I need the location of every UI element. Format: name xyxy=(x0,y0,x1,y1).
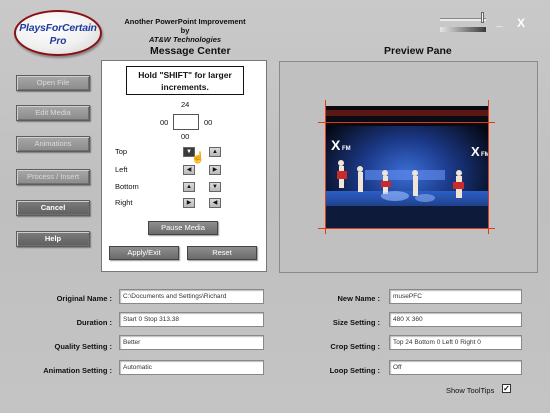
bottom-label: Bottom xyxy=(115,182,139,191)
size-setting-label: Size Setting : xyxy=(332,318,380,327)
logo-text-line1: PlaysForCertain xyxy=(19,22,97,34)
bottom-decrease-button[interactable]: ▲ xyxy=(183,182,195,192)
right-label: Right xyxy=(115,198,133,207)
process-insert-button[interactable]: Process / Insert xyxy=(16,169,90,185)
top-increase-button[interactable]: ▲ xyxy=(209,147,221,157)
original-name-field[interactable]: C:\Documents and Settings\Richard xyxy=(119,289,264,304)
concert-stage-image: X FM X FM xyxy=(325,106,488,228)
left-increase-button[interactable]: ▶ xyxy=(209,165,221,175)
animation-setting-label: Animation Setting : xyxy=(43,366,112,375)
top-label: Top xyxy=(115,147,128,156)
animation-setting-field[interactable]: Automatic xyxy=(119,360,264,375)
crop-preview-box xyxy=(173,114,199,130)
video-preview: X FM X FM xyxy=(325,106,488,228)
quality-setting-field[interactable]: Better xyxy=(119,335,264,350)
tagline-line2: AT&W Technologies xyxy=(148,35,222,44)
reset-button[interactable]: Reset xyxy=(187,246,257,260)
volume-level-bar xyxy=(440,27,486,32)
help-button[interactable]: Help xyxy=(16,231,90,247)
crop-line-bottom[interactable] xyxy=(318,228,495,229)
apply-exit-button[interactable]: Apply/Exit xyxy=(109,246,179,260)
playsforcertain-logo: PlaysForCertain Pro xyxy=(14,10,102,56)
volume-slider-thumb[interactable] xyxy=(481,12,484,23)
crop-line-top[interactable] xyxy=(318,122,495,123)
show-tooltips-checkbox[interactable]: ✓ xyxy=(502,384,511,393)
crop-line-right[interactable] xyxy=(488,100,489,234)
minimize-button[interactable]: _ xyxy=(496,14,503,28)
open-file-button[interactable]: Open File xyxy=(16,75,90,91)
duration-label: Duration : xyxy=(76,318,112,327)
duration-field[interactable]: Start 0 Stop 313.38 xyxy=(119,312,264,327)
logo-text-line2: Pro xyxy=(49,36,67,47)
bottom-increase-button[interactable]: ▼ xyxy=(209,182,221,192)
svg-text:FM: FM xyxy=(342,146,351,152)
volume-slider-track[interactable] xyxy=(440,18,486,21)
animations-button[interactable]: Animations xyxy=(16,136,90,152)
right-increase-button[interactable]: ◀ xyxy=(209,198,221,208)
bottom-crop-value: 00 xyxy=(181,132,190,141)
left-decrease-button[interactable]: ◀ xyxy=(183,165,195,175)
loop-setting-label: Loop Setting : xyxy=(329,366,380,375)
message-center-title: Message Center xyxy=(150,45,231,57)
svg-text:FM: FM xyxy=(481,152,488,158)
shift-hint-box: Hold "SHIFT" for larger increments. xyxy=(126,66,244,95)
tagline: Another PowerPoint Improvement by AT&W T… xyxy=(120,17,250,44)
left-label: Left xyxy=(115,165,128,174)
crop-setting-label: Crop Setting : xyxy=(330,342,380,351)
close-button[interactable]: X xyxy=(517,16,525,30)
right-decrease-button[interactable]: ▶ xyxy=(183,198,195,208)
loop-setting-field[interactable]: Off xyxy=(389,360,522,375)
new-name-field[interactable]: musePFC xyxy=(389,289,522,304)
hand-cursor-icon: ☝ xyxy=(191,152,205,164)
size-setting-field[interactable]: 480 X 360 xyxy=(389,312,522,327)
xfm-logo-left: X xyxy=(331,137,341,153)
crop-line-left[interactable] xyxy=(325,100,326,234)
pause-media-button[interactable]: Pause Media xyxy=(148,221,218,235)
quality-setting-label: Quality Setting : xyxy=(54,342,112,351)
original-name-label: Original Name : xyxy=(56,294,112,303)
edit-media-button[interactable]: Edit Media xyxy=(16,105,90,121)
top-crop-value: 24 xyxy=(181,100,190,109)
new-name-label: New Name : xyxy=(337,294,380,303)
xfm-logo-right: X xyxy=(471,144,480,159)
crop-setting-field[interactable]: Top 24 Bottom 0 Left 0 Right 0 xyxy=(389,335,522,350)
right-crop-value: 00 xyxy=(204,118,213,127)
cancel-button[interactable]: Cancel xyxy=(16,200,90,216)
tagline-line1: Another PowerPoint Improvement by xyxy=(124,17,246,35)
left-crop-value: 00 xyxy=(160,118,169,127)
show-tooltips-label: Show ToolTips xyxy=(446,386,495,395)
preview-pane-title: Preview Pane xyxy=(384,45,452,57)
